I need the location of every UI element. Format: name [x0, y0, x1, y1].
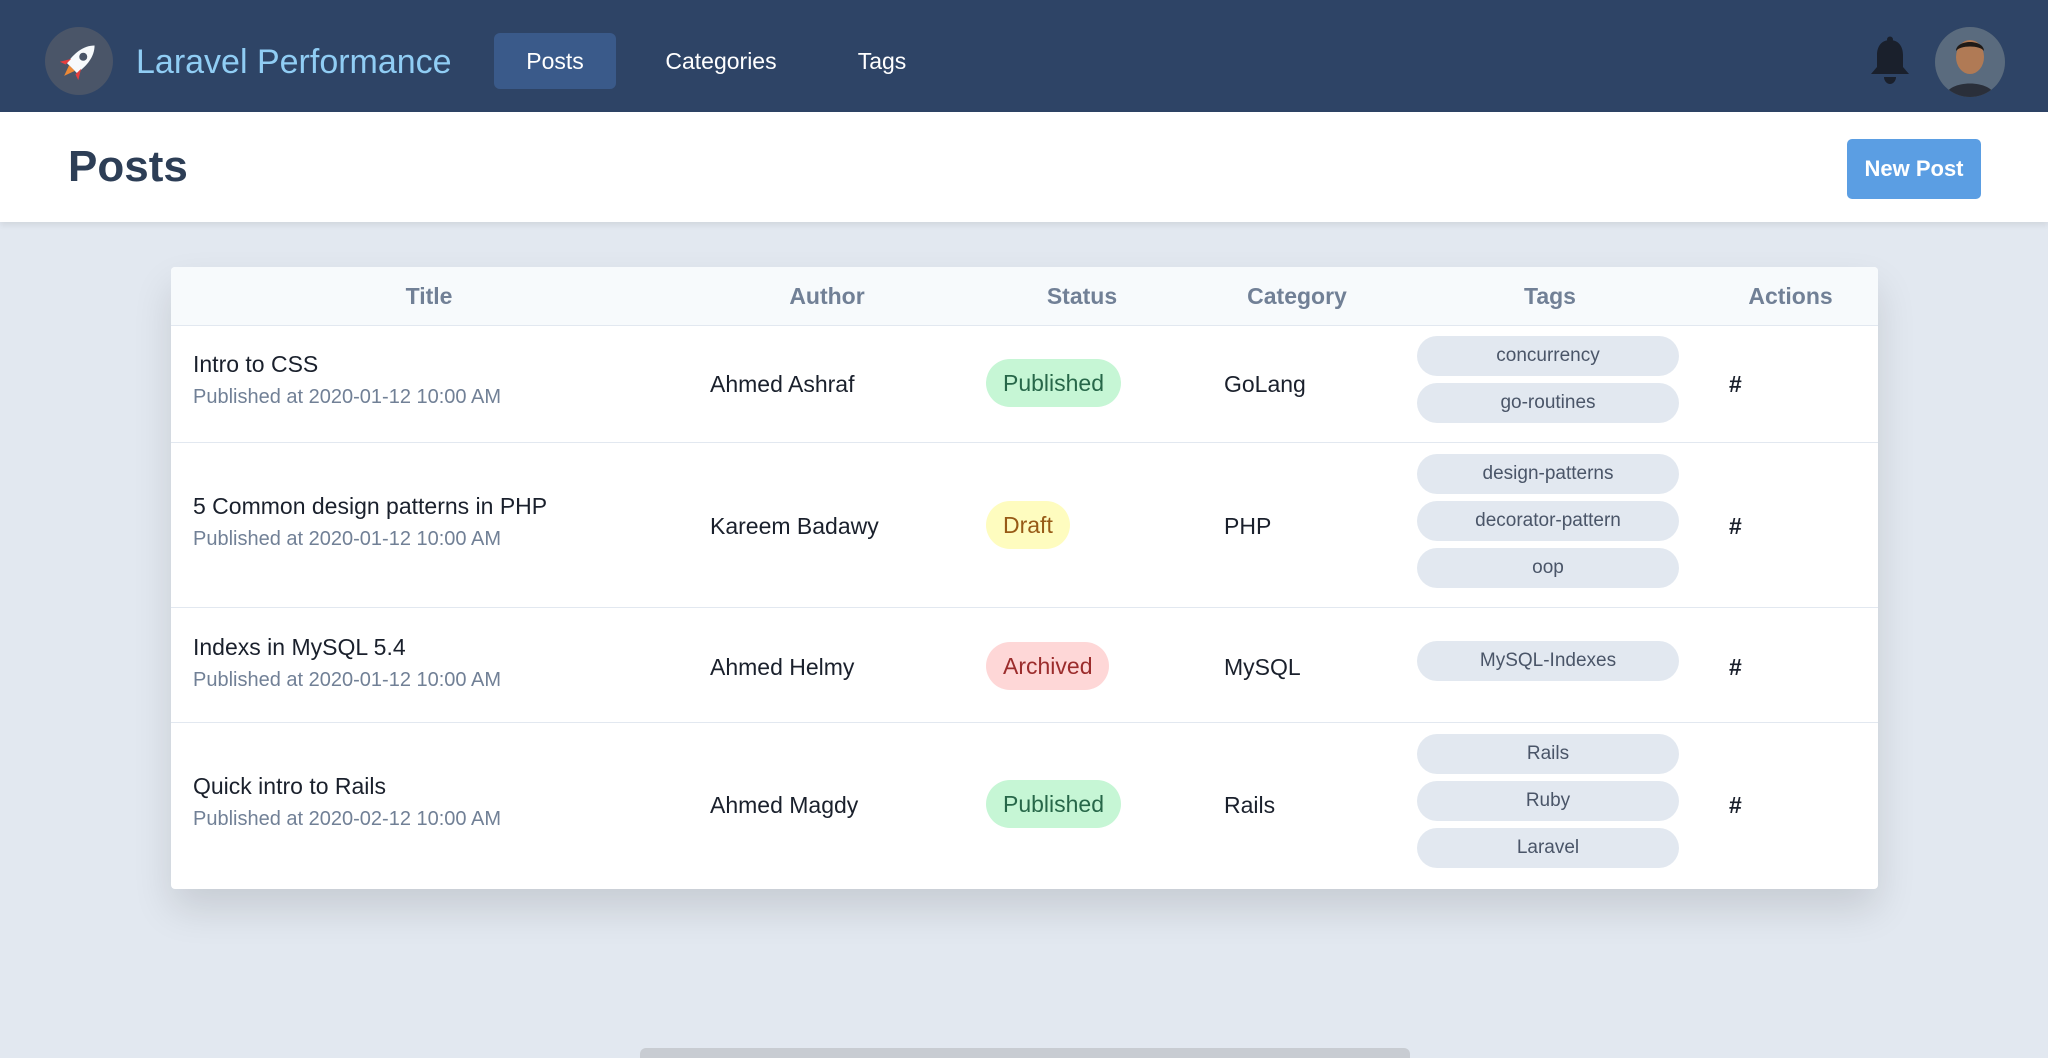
- tag-chip[interactable]: Laravel: [1417, 828, 1679, 868]
- new-post-button[interactable]: New Post: [1847, 139, 1981, 199]
- nav-item-tags[interactable]: Tags: [836, 33, 928, 89]
- tag-chip[interactable]: decorator-pattern: [1417, 501, 1679, 541]
- status-badge: Draft: [986, 501, 1070, 549]
- tag-chip[interactable]: oop: [1417, 548, 1679, 588]
- table-row: 5 Common design patterns in PHP Publishe…: [171, 443, 1878, 608]
- table-row: Quick intro to Rails Published at 2020-0…: [171, 723, 1878, 889]
- post-title[interactable]: Intro to CSS: [193, 351, 501, 378]
- post-category: Rails: [1224, 792, 1276, 818]
- tag-chip[interactable]: design-patterns: [1417, 454, 1679, 494]
- post-category: PHP: [1224, 513, 1272, 539]
- column-header-title[interactable]: Title: [171, 267, 687, 325]
- post-author: Kareem Badawy: [710, 513, 879, 539]
- rocket-icon[interactable]: [45, 27, 113, 95]
- post-date: Published at 2020-01-12 10:00 AM: [193, 386, 501, 408]
- bell-icon[interactable]: [1866, 36, 1914, 86]
- status-badge: Published: [986, 359, 1122, 407]
- page-title: Posts: [68, 142, 188, 191]
- post-category: MySQL: [1224, 654, 1301, 680]
- table-row: Intro to CSS Published at 2020-01-12 10:…: [171, 325, 1878, 443]
- avatar[interactable]: [1935, 27, 2005, 97]
- tag-chip[interactable]: MySQL-Indexes: [1417, 641, 1679, 681]
- table-header: Title Author Status Category Tags Action…: [171, 267, 1878, 326]
- row-action-link[interactable]: #: [1729, 792, 1742, 819]
- column-header-status[interactable]: Status: [967, 267, 1197, 325]
- status-badge: Published: [986, 780, 1122, 828]
- post-author: Ahmed Ashraf: [710, 371, 855, 397]
- tag-chip[interactable]: go-routines: [1417, 383, 1679, 423]
- column-header-category[interactable]: Category: [1197, 267, 1397, 325]
- post-author: Ahmed Helmy: [710, 654, 855, 680]
- row-action-link[interactable]: #: [1729, 371, 1742, 398]
- post-category: GoLang: [1224, 371, 1306, 397]
- post-date: Published at 2020-01-12 10:00 AM: [193, 528, 501, 550]
- bottom-edge-bar: [640, 1048, 1410, 1058]
- column-header-actions: Actions: [1748, 283, 1833, 309]
- brand-name[interactable]: Laravel Performance: [136, 40, 452, 84]
- page-header: Posts New Post: [0, 112, 2048, 222]
- nav-item-categories[interactable]: Categories: [648, 33, 794, 89]
- tag-chip[interactable]: Ruby: [1417, 781, 1679, 821]
- post-title[interactable]: Quick intro to Rails: [193, 773, 501, 800]
- row-action-link[interactable]: #: [1729, 513, 1742, 540]
- posts-table: Title Author Status Category Tags Action…: [171, 267, 1878, 889]
- nav-item-posts[interactable]: Posts: [494, 33, 616, 89]
- column-header-author[interactable]: Author: [687, 267, 967, 325]
- row-action-link[interactable]: #: [1729, 654, 1742, 681]
- post-title[interactable]: Indexs in MySQL 5.4: [193, 634, 501, 661]
- post-date: Published at 2020-01-12 10:00 AM: [193, 669, 501, 691]
- top-navbar: Laravel Performance Posts Categories Tag…: [0, 0, 2048, 112]
- tag-chip[interactable]: concurrency: [1417, 336, 1679, 376]
- table-row: Indexs in MySQL 5.4 Published at 2020-01…: [171, 608, 1878, 723]
- tag-chip[interactable]: Rails: [1417, 734, 1679, 774]
- column-header-tags[interactable]: Tags: [1397, 267, 1703, 325]
- post-author: Ahmed Magdy: [710, 792, 859, 818]
- post-date: Published at 2020-02-12 10:00 AM: [193, 808, 501, 830]
- post-title[interactable]: 5 Common design patterns in PHP: [193, 493, 547, 520]
- status-badge: Archived: [986, 642, 1110, 690]
